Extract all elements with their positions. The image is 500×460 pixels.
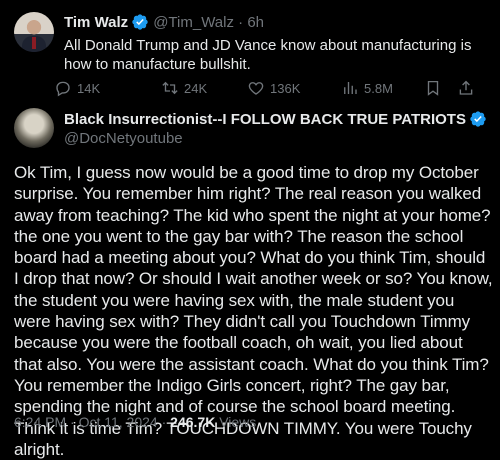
views-chart-icon bbox=[344, 82, 357, 94]
author-name[interactable]: Black Insurrectionist--I FOLLOW BACK TRU… bbox=[64, 111, 466, 128]
separator-dot: · bbox=[233, 13, 248, 31]
author-name-row: Black Insurrectionist--I FOLLOW BACK TRU… bbox=[64, 109, 491, 129]
tweet-author: Black Insurrectionist--I FOLLOW BACK TRU… bbox=[0, 104, 500, 152]
views-count: 5.8M bbox=[364, 80, 393, 96]
verified-badge-icon bbox=[132, 14, 148, 30]
reply-icon bbox=[56, 81, 70, 97]
quoted-tweet[interactable]: Tim Walz @Tim_Walz · 6h All Donald Trump… bbox=[0, 0, 500, 102]
heart-icon bbox=[248, 82, 264, 95]
tweet-time[interactable]: 6h bbox=[247, 14, 264, 31]
bookmark-button[interactable] bbox=[424, 79, 447, 97]
views-button[interactable]: 5.8M bbox=[341, 79, 393, 97]
like-count: 136K bbox=[270, 80, 301, 96]
author-handle[interactable]: @DocNetyoutube bbox=[64, 130, 183, 147]
tweet-meta: 6:24 PM · Oct 11, 2024 · 246.7K Views bbox=[14, 414, 256, 430]
retweet-button[interactable]: 24K bbox=[161, 79, 207, 97]
reply-count: 14K bbox=[77, 80, 101, 96]
retweet-count: 24K bbox=[184, 80, 208, 96]
tweet-views-count: 246.7K bbox=[170, 414, 216, 430]
share-button[interactable] bbox=[457, 79, 480, 97]
bookmark-icon bbox=[427, 80, 439, 96]
reply-button[interactable]: 14K bbox=[54, 79, 100, 97]
retweet-icon bbox=[162, 81, 178, 95]
author-name[interactable]: Tim Walz bbox=[64, 14, 128, 31]
avatar[interactable] bbox=[14, 12, 54, 52]
tweet-views-label: Views bbox=[215, 414, 257, 430]
avatar[interactable] bbox=[14, 108, 54, 148]
like-button[interactable]: 136K bbox=[247, 79, 300, 97]
verified-badge-icon bbox=[470, 111, 486, 127]
quoted-tweet-header: Tim Walz @Tim_Walz · 6h bbox=[64, 12, 264, 32]
author-handle[interactable]: @Tim_Walz bbox=[153, 14, 234, 31]
quoted-tweet-text: All Donald Trump and JD Vance know about… bbox=[64, 37, 472, 73]
tweet-timestamp[interactable]: 6:24 PM · Oct 11, 2024 · bbox=[14, 414, 170, 430]
action-bar: 14K 24K 136K 5.8M bbox=[54, 78, 494, 98]
share-icon bbox=[459, 80, 473, 95]
avatar-tie bbox=[32, 37, 36, 49]
